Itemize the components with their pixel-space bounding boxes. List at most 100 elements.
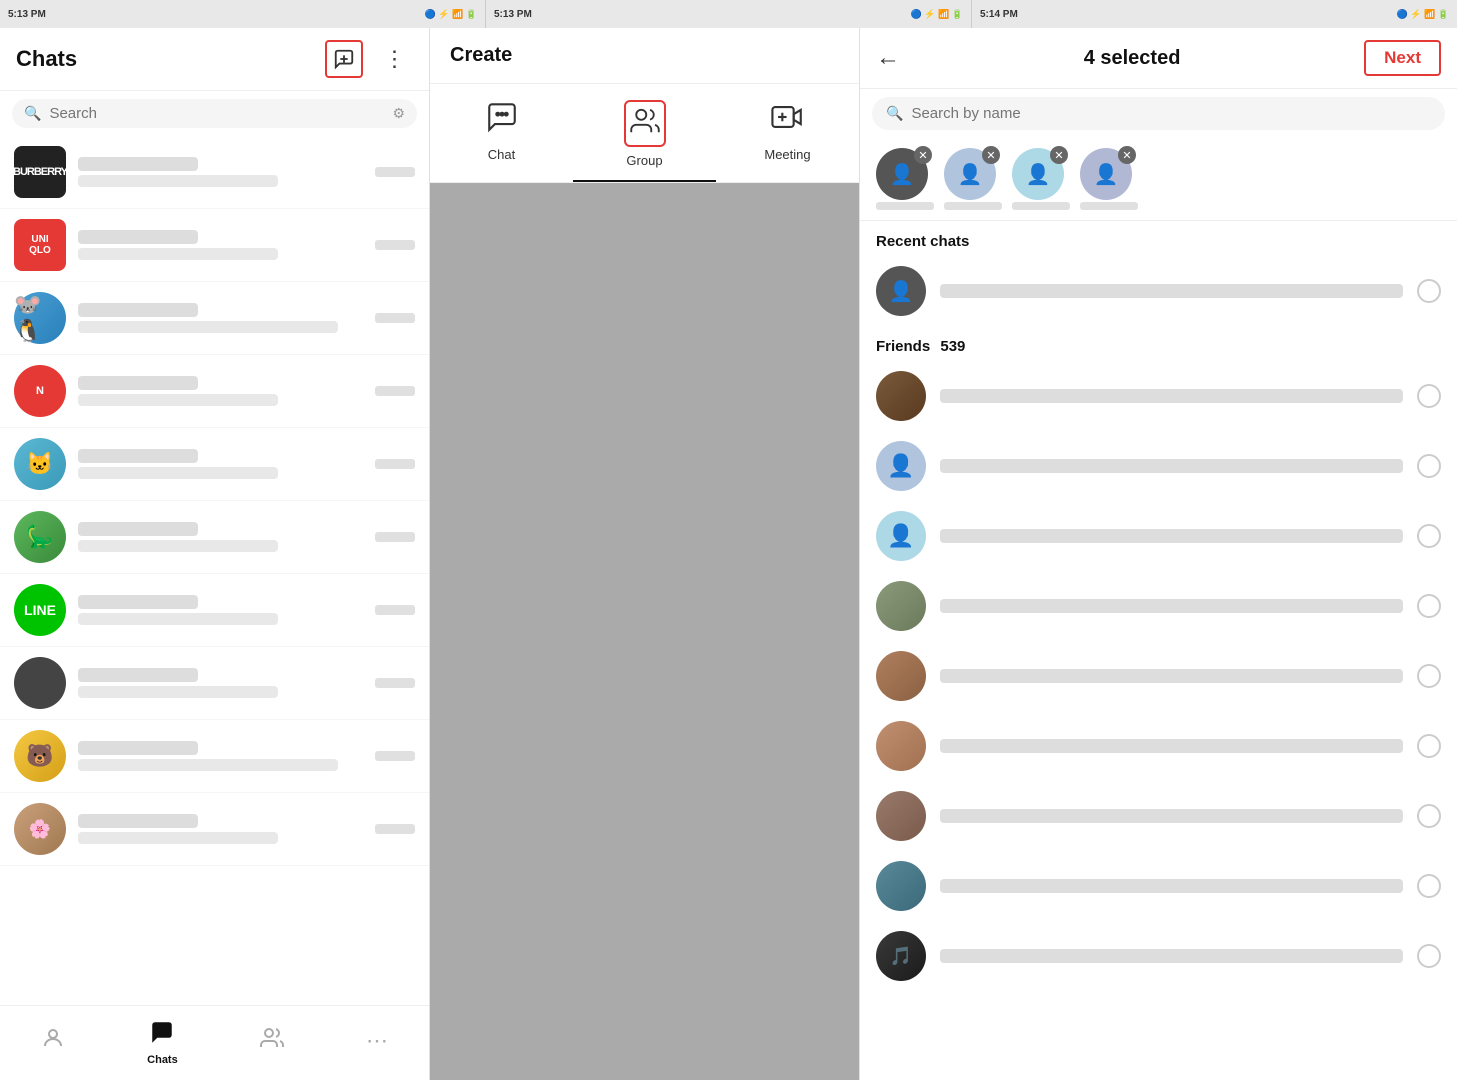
right-search-bar[interactable]: 🔍 — [872, 97, 1445, 130]
chat-item-nintendo[interactable]: N — [0, 355, 429, 428]
select-contacts-header: ← 4 selected Next — [860, 28, 1457, 89]
friend-6[interactable] — [860, 711, 1457, 781]
chat-time — [375, 459, 415, 469]
friend-4[interactable] — [860, 571, 1457, 641]
friend-name-3 — [940, 529, 1403, 543]
remove-selected-2[interactable]: ✕ — [982, 146, 1000, 164]
chat-item-photo[interactable]: 🌸 — [0, 793, 429, 866]
chat-content — [78, 157, 363, 187]
right-search-input[interactable] — [911, 105, 1431, 122]
nav-item-more[interactable]: ⋯ — [346, 1022, 408, 1064]
new-chat-button[interactable] — [325, 40, 363, 78]
friend-name-4 — [940, 599, 1403, 613]
search-icon: 🔍 — [24, 105, 41, 122]
friend-name-1 — [940, 389, 1403, 403]
friend-avatar-5 — [876, 651, 926, 701]
radio-friend-4[interactable] — [1417, 594, 1441, 618]
chat-item-burberry[interactable]: BURBERRY — [0, 136, 429, 209]
chat-name — [78, 668, 198, 682]
friend-1[interactable] — [860, 361, 1457, 431]
friend-name-2 — [940, 459, 1403, 473]
remove-selected-3[interactable]: ✕ — [1050, 146, 1068, 164]
remove-selected-4[interactable]: ✕ — [1118, 146, 1136, 164]
chat-content — [78, 595, 363, 625]
chat-preview — [78, 613, 278, 625]
chat-preview — [78, 540, 278, 552]
chat-item-bear[interactable]: 🐻 — [0, 720, 429, 793]
chat-item-line[interactable]: LINE — [0, 574, 429, 647]
group-tab-icon-border — [624, 100, 666, 147]
nav-item-chats[interactable]: Chats — [127, 1014, 198, 1072]
tab-chat[interactable]: Chat — [430, 100, 573, 182]
tab-group-label: Group — [626, 153, 662, 168]
radio-friend-1[interactable] — [1417, 384, 1441, 408]
avatar-nintendo: N — [14, 365, 66, 417]
friend-9[interactable]: 🎵 — [860, 921, 1457, 991]
selected-avatar-name-1 — [876, 202, 934, 210]
nav-item-contacts[interactable] — [240, 1020, 304, 1066]
avatar-photo: 🌸 — [14, 803, 66, 855]
chat-list: BURBERRY UNIQLO — [0, 136, 429, 1005]
radio-friend-6[interactable] — [1417, 734, 1441, 758]
friend-3[interactable]: 👤 — [860, 501, 1457, 571]
chat-preview — [78, 686, 278, 698]
panel-middle: Create Chat — [430, 28, 860, 1080]
friend-8[interactable] — [860, 851, 1457, 921]
remove-selected-1[interactable]: ✕ — [914, 146, 932, 164]
radio-friend-5[interactable] — [1417, 664, 1441, 688]
radio-1[interactable] — [1417, 279, 1441, 303]
radio-friend-2[interactable] — [1417, 454, 1441, 478]
more-options-button[interactable]: ⋮ — [375, 40, 413, 78]
friend-avatar-8 — [876, 861, 926, 911]
friend-avatar-9: 🎵 — [876, 931, 926, 981]
chat-meta — [375, 678, 415, 688]
friend-2[interactable]: 👤 — [860, 431, 1457, 501]
time-left: 5:13 PM — [8, 9, 46, 20]
chat-item-uniqlo[interactable]: UNIQLO — [0, 209, 429, 282]
nav-label-chats: Chats — [147, 1054, 178, 1066]
chat-content — [78, 668, 363, 698]
selected-avatar-name-4 — [1080, 202, 1138, 210]
search-bar[interactable]: 🔍 ⚙ — [12, 99, 417, 128]
selected-avatars-row: 👤 ✕ 👤 ✕ 👤 ✕ 👤 ✕ — [860, 138, 1457, 221]
chat-preview — [78, 759, 338, 771]
chats-nav-icon — [150, 1020, 174, 1050]
friend-5[interactable] — [860, 641, 1457, 711]
status-bar-left: 5:13 PM 🔵 ⚡ 📶 🔋 — [0, 0, 486, 28]
chat-content — [78, 376, 363, 406]
tab-meeting[interactable]: Meeting — [716, 100, 859, 182]
avatar-burberry: BURBERRY — [14, 146, 66, 198]
meeting-tab-icon — [771, 100, 805, 141]
home-icon — [41, 1026, 65, 1056]
radio-friend-9[interactable] — [1417, 944, 1441, 968]
radio-friend-7[interactable] — [1417, 804, 1441, 828]
chat-time — [375, 532, 415, 542]
filter-icon[interactable]: ⚙ — [392, 105, 405, 122]
avatar-dark — [14, 657, 66, 709]
friend-avatar-1 — [876, 371, 926, 421]
friend-name-8 — [940, 879, 1403, 893]
nav-item-home[interactable] — [21, 1020, 85, 1066]
chats-header: Chats ⋮ — [0, 28, 429, 91]
next-button[interactable]: Next — [1364, 40, 1441, 76]
chat-item-dark[interactable] — [0, 647, 429, 720]
middle-blurred-content — [430, 183, 859, 1080]
chat-item-dino[interactable]: 🦕 — [0, 501, 429, 574]
radio-friend-3[interactable] — [1417, 524, 1441, 548]
chat-name — [78, 157, 198, 171]
chat-item-tsum[interactable]: 🐭🐧 — [0, 282, 429, 355]
chat-meta — [375, 386, 415, 396]
chat-name — [78, 595, 198, 609]
status-bars: 5:13 PM 🔵 ⚡ 📶 🔋 5:13 PM 🔵 ⚡ 📶 🔋 5:14 PM … — [0, 0, 1457, 28]
chat-meta — [375, 313, 415, 323]
back-button[interactable]: ← — [876, 44, 900, 72]
icons-middle: 🔵 ⚡ 📶 🔋 — [911, 9, 963, 20]
right-search-icon: 🔍 — [886, 105, 903, 122]
friend-7[interactable] — [860, 781, 1457, 851]
search-input[interactable] — [49, 105, 384, 122]
tab-group[interactable]: Group — [573, 100, 716, 182]
selected-avatar-4: 👤 ✕ — [1080, 148, 1138, 210]
radio-friend-8[interactable] — [1417, 874, 1441, 898]
chat-item-cat[interactable]: 🐱 — [0, 428, 429, 501]
recent-contact-1[interactable]: 👤 — [860, 256, 1457, 326]
